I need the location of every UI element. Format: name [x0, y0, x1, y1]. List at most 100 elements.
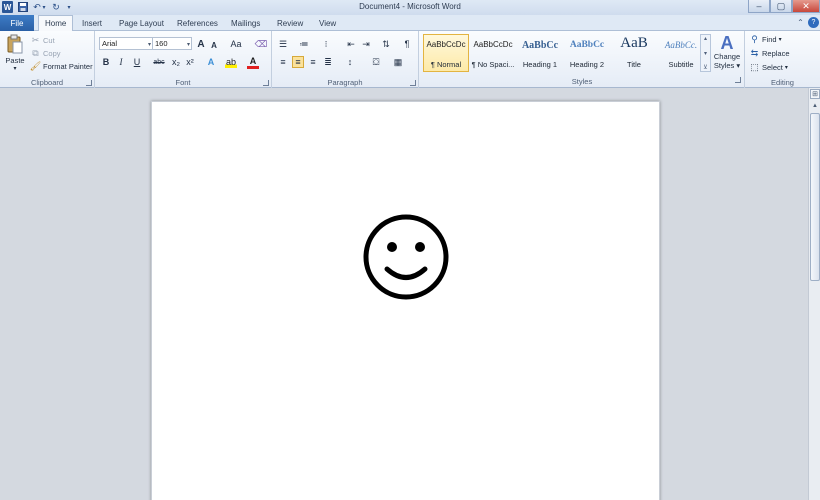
shrink-font-icon[interactable]: A	[208, 39, 220, 51]
gallery-down-icon[interactable]: ▾	[704, 50, 707, 57]
paintbrush-icon: 🖌	[29, 61, 42, 71]
font-size-value: 160	[155, 39, 168, 48]
change-case-icon[interactable]: Aa	[228, 38, 244, 50]
underline-icon[interactable]: U	[131, 56, 143, 68]
tab-page-layout[interactable]: Page Layout	[113, 16, 170, 31]
tab-file[interactable]: File	[0, 15, 34, 31]
align-center-icon[interactable]: ≡	[292, 56, 304, 68]
text-effects-icon[interactable]: A	[205, 56, 217, 68]
strikethrough-icon[interactable]: abc	[152, 56, 166, 68]
find-dropdown-icon[interactable]: ▾	[779, 36, 782, 43]
clipboard-launcher-icon[interactable]	[86, 80, 92, 86]
paragraph-group-label: Paragraph	[327, 78, 363, 87]
superscript-icon[interactable]: x²	[184, 56, 196, 68]
font-size-combo[interactable]: 160 ▾	[152, 37, 192, 50]
style-title[interactable]: AaB Title	[611, 34, 657, 72]
increase-indent-icon[interactable]: ⇥	[360, 38, 372, 50]
bold-icon[interactable]: B	[100, 56, 112, 68]
close-button[interactable]: ✕	[792, 0, 820, 13]
styles-launcher-icon[interactable]	[735, 77, 741, 83]
tab-insert[interactable]: Insert	[76, 16, 108, 31]
style-heading-1-preview: AaBbCc	[521, 40, 559, 51]
select-label: Select	[762, 63, 783, 72]
binoculars-icon: ⚲	[751, 34, 758, 44]
scroll-thumb[interactable]	[810, 113, 820, 281]
bullets-icon[interactable]: ☰	[277, 38, 289, 50]
vertical-scrollbar[interactable]: ⊞ ▲	[808, 88, 820, 500]
tab-mailings[interactable]: Mailings	[225, 16, 266, 31]
style-title-label: Title	[627, 60, 641, 69]
font-color-icon[interactable]: A	[247, 56, 259, 69]
paste-dropdown-icon[interactable]: ▾	[13, 65, 16, 72]
help-icon[interactable]: ?	[808, 17, 819, 28]
multilevel-list-icon[interactable]: ⁝	[320, 38, 332, 50]
gallery-up-icon[interactable]: ▴	[704, 35, 707, 42]
minimize-button[interactable]: –	[748, 0, 770, 13]
show-formatting-marks-icon[interactable]: ¶	[401, 38, 413, 50]
clear-formatting-icon[interactable]: ⌫	[255, 38, 268, 50]
style-normal-label: ¶ Normal	[430, 60, 462, 69]
font-name-combo[interactable]: Arial ▾	[99, 37, 153, 50]
subscript-icon[interactable]: x₂	[170, 56, 182, 68]
font-size-dropdown-icon[interactable]: ▾	[187, 41, 190, 48]
align-left-icon[interactable]: ≡	[277, 56, 289, 68]
paste-button[interactable]: Paste ▾	[4, 34, 26, 72]
scroll-up-icon[interactable]: ▲	[810, 101, 820, 111]
ribbon-home: Paste ▾ ✂ Cut ⧉ Copy 🖌 Format Painter Clipb…	[0, 31, 820, 88]
italic-icon[interactable]: I	[115, 56, 127, 68]
smiley-face[interactable]	[363, 214, 449, 300]
highlight-color-icon[interactable]: ab	[225, 56, 237, 68]
change-styles-button[interactable]: A Change Styles ▾	[712, 34, 742, 74]
paste-icon	[7, 34, 23, 54]
styles-group-label: Styles	[571, 77, 593, 86]
styles-gallery-scroll[interactable]: ▴ ▾ ⊻	[700, 34, 711, 72]
minimize-ribbon-icon[interactable]: ⌃	[795, 17, 806, 28]
replace-button[interactable]: ⇆ Replace	[749, 48, 790, 59]
style-no-spacing[interactable]: AaBbCcDc ¶ No Spaci...	[470, 34, 516, 72]
style-no-spacing-preview: AaBbCcDc	[473, 40, 513, 49]
paragraph-group: ☰ ≔ ⁝ ⇤ ⇥ ⇅ ¶ ≡ ≡ ≡ ≣ ↕ ⛋ ▦ Paragraph	[272, 31, 419, 88]
copy-label: Copy	[43, 49, 61, 58]
style-heading-2[interactable]: AaBbCc Heading 2	[564, 34, 610, 72]
font-launcher-icon[interactable]	[263, 80, 269, 86]
tab-home[interactable]: Home	[38, 15, 74, 31]
gallery-more-icon[interactable]: ⊻	[703, 64, 707, 71]
smile-mouth	[384, 266, 428, 280]
replace-label: Replace	[762, 49, 790, 58]
tab-view[interactable]: View	[313, 16, 342, 31]
format-painter-button[interactable]: 🖌 Format Painter	[30, 61, 93, 72]
copy-icon: ⧉	[32, 48, 39, 58]
font-name-dropdown-icon[interactable]: ▾	[148, 41, 151, 48]
paragraph-launcher-icon[interactable]	[410, 80, 416, 86]
maximize-button[interactable]: ▢	[770, 0, 792, 13]
style-subtitle-label: Subtitle	[668, 60, 694, 69]
document-page[interactable]	[151, 101, 660, 500]
style-subtitle[interactable]: AaBbCc. Subtitle	[658, 34, 704, 72]
style-heading-2-label: Heading 2	[569, 60, 605, 69]
shading-icon[interactable]: ⛋	[370, 56, 382, 68]
grow-font-icon[interactable]: A	[195, 38, 207, 50]
justify-icon[interactable]: ≣	[322, 56, 334, 68]
align-right-icon[interactable]: ≡	[307, 56, 319, 68]
view-ruler-icon[interactable]: ⊞	[810, 89, 820, 99]
format-painter-label: Format Painter	[43, 62, 93, 71]
decrease-indent-icon[interactable]: ⇤	[345, 38, 357, 50]
numbering-icon[interactable]: ≔	[298, 38, 310, 50]
tab-review[interactable]: Review	[271, 16, 309, 31]
borders-icon[interactable]: ▦	[392, 56, 404, 68]
font-group: Arial ▾ 160 ▾ A A Aa ⌫ B I U abc x₂ x² A a…	[95, 31, 272, 88]
copy-button[interactable]: ⧉ Copy	[30, 48, 61, 59]
select-dropdown-icon[interactable]: ▾	[785, 64, 788, 71]
style-heading-1[interactable]: AaBbCc Heading 1	[517, 34, 563, 72]
style-normal-preview: AaBbCcDc	[426, 40, 466, 49]
select-button[interactable]: ⬚ Select ▾	[749, 62, 788, 73]
sort-icon[interactable]: ⇅	[380, 38, 392, 50]
style-normal[interactable]: AaBbCcDc ¶ Normal	[423, 34, 469, 72]
style-heading-1-label: Heading 1	[522, 60, 558, 69]
tab-references[interactable]: References	[171, 16, 224, 31]
document-area	[0, 88, 808, 500]
find-button[interactable]: ⚲ Find ▾	[749, 34, 782, 45]
styles-gallery: AaBbCcDc ¶ Normal AaBbCcDc ¶ No Spaci...…	[423, 34, 713, 74]
cut-button[interactable]: ✂ Cut	[30, 35, 55, 46]
line-spacing-icon[interactable]: ↕	[344, 56, 356, 68]
